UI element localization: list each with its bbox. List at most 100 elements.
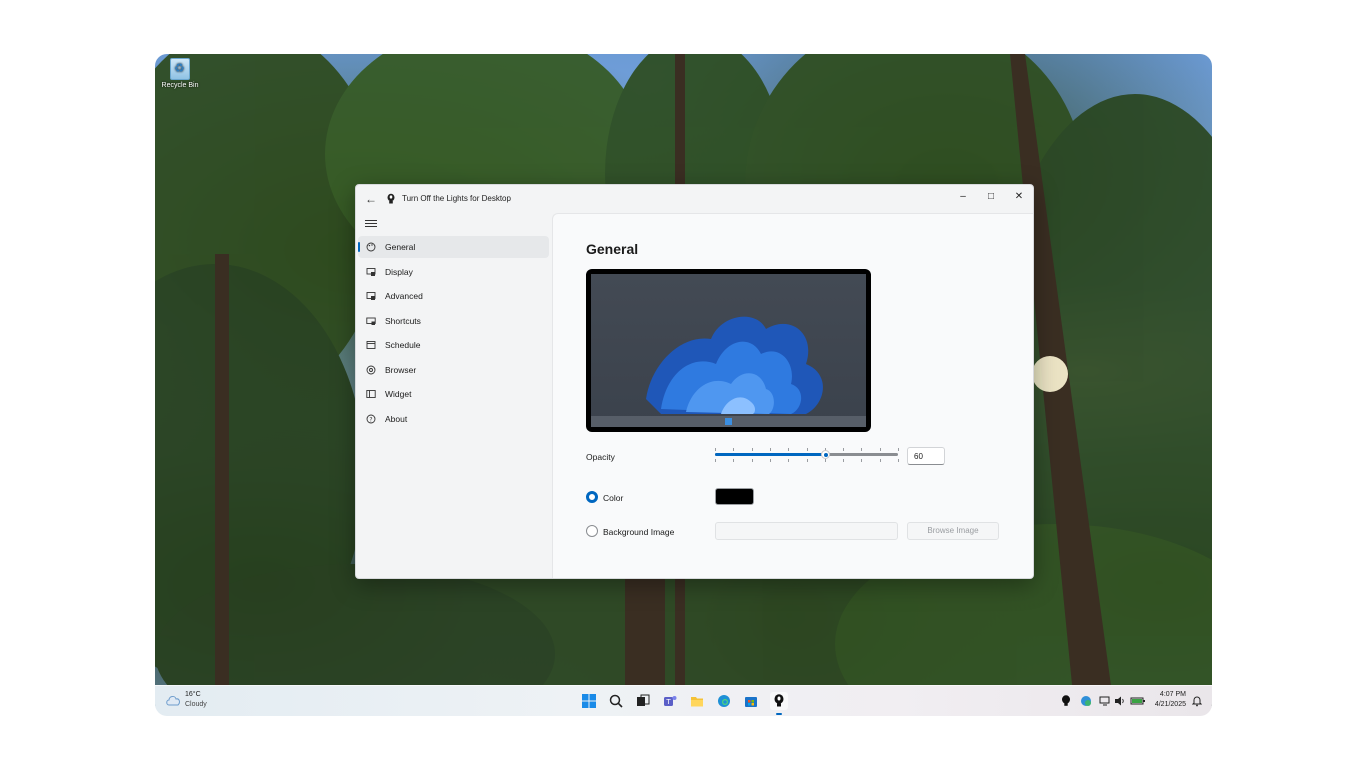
- recycle-bin[interactable]: Recycle Bin: [160, 58, 200, 89]
- opacity-number-input[interactable]: 60: [907, 447, 945, 465]
- slider-tick: [788, 448, 789, 451]
- background-image-label: Background Image: [603, 527, 675, 537]
- svg-text:T: T: [665, 698, 671, 706]
- opacity-slider-thumb[interactable]: [821, 450, 830, 459]
- slider-tick: [898, 459, 899, 462]
- preview-taskbar: [591, 416, 866, 427]
- nav-item-browser[interactable]: Browser: [358, 359, 549, 381]
- svg-text:?: ?: [369, 416, 372, 423]
- nav-label: General: [385, 242, 416, 252]
- title-bar[interactable]: ← Turn Off the Lights for Desktop – □ ✕: [356, 185, 1033, 213]
- color-label: Color: [603, 493, 624, 503]
- slider-tick: [733, 459, 734, 462]
- battery-icon[interactable]: [1130, 695, 1146, 707]
- maximize-button[interactable]: □: [977, 188, 1005, 206]
- slider-tick: [807, 448, 808, 451]
- preview-screen: [591, 274, 866, 427]
- background-image-path-input[interactable]: [715, 522, 898, 540]
- nav-item-shortcuts[interactable]: Shortcuts: [358, 310, 549, 332]
- slider-tick: [861, 448, 862, 451]
- app-window: ← Turn Off the Lights for Desktop – □ ✕ …: [355, 184, 1034, 579]
- clock-time[interactable]: 4:07 PM: [1160, 691, 1186, 698]
- preview-monitor: [586, 269, 871, 432]
- start-icon[interactable]: [581, 693, 597, 709]
- opacity-slider[interactable]: [715, 450, 898, 459]
- nav-label: Shortcuts: [385, 315, 421, 326]
- slider-tick: [880, 448, 881, 451]
- slider-tick: [733, 448, 734, 451]
- cloud-icon[interactable]: [165, 694, 181, 706]
- turn-off-the-lights-icon[interactable]: [770, 692, 788, 710]
- teams-icon[interactable]: T: [662, 693, 678, 709]
- volume-icon[interactable]: [1114, 695, 1126, 707]
- active-app-indicator: [776, 713, 782, 715]
- display-icon: [366, 267, 376, 277]
- weather-temperature[interactable]: 16°C: [185, 691, 201, 698]
- clock-date[interactable]: 4/21/2025: [1155, 701, 1186, 708]
- task-view-icon[interactable]: [635, 693, 651, 709]
- close-button[interactable]: ✕: [1005, 188, 1033, 206]
- background-image-radio[interactable]: [586, 525, 598, 537]
- nav-item-schedule[interactable]: Schedule: [358, 334, 549, 356]
- nav-item-about[interactable]: ? About: [358, 408, 549, 430]
- slider-tick: [843, 459, 844, 462]
- network-icon[interactable]: [1099, 695, 1111, 707]
- browse-image-button[interactable]: Browse Image: [907, 522, 999, 540]
- file-explorer-icon[interactable]: [689, 693, 705, 709]
- bloom-wallpaper-preview: [646, 316, 823, 414]
- search-icon[interactable]: [608, 693, 624, 709]
- nav-item-widget[interactable]: Widget: [358, 383, 549, 405]
- nav-item-display[interactable]: Display: [358, 261, 549, 283]
- nav-label: Browser: [385, 364, 417, 375]
- nav-label: Schedule: [385, 340, 421, 350]
- nav-item-general[interactable]: General: [358, 236, 549, 258]
- slider-tick: [752, 448, 753, 451]
- slider-tick: [898, 448, 899, 451]
- taskbar: 16°C Cloudy T 4:07 PM 4/21/2025: [155, 685, 1212, 716]
- back-arrow-icon[interactable]: ←: [364, 192, 378, 206]
- recycle-bin-icon: [170, 58, 190, 80]
- advanced-icon: [366, 291, 376, 301]
- nav-label: Widget: [385, 389, 412, 399]
- slider-tick: [843, 448, 844, 451]
- recycle-bin-label: Recycle Bin: [161, 82, 199, 89]
- slider-tick: [715, 448, 716, 451]
- slider-tick: [715, 459, 716, 462]
- calendar-icon: [366, 340, 376, 350]
- slider-tick: [807, 459, 808, 462]
- widget-icon: [366, 389, 376, 399]
- slider-tick: [752, 459, 753, 462]
- browser-icon: [366, 365, 376, 375]
- slider-tick: [880, 459, 881, 462]
- opacity-slider-fill: [715, 453, 825, 456]
- preview-start-icon: [725, 418, 732, 425]
- store-icon[interactable]: [743, 693, 759, 709]
- nav-label: Advanced: [385, 291, 423, 301]
- keyboard-icon: [366, 316, 376, 326]
- weather-condition[interactable]: Cloudy: [185, 701, 207, 708]
- page-title: General: [586, 241, 639, 257]
- settings-content: General Opacity 60 Color Background Imag…: [552, 213, 1033, 578]
- color-swatch[interactable]: [715, 488, 754, 505]
- hamburger-menu-icon[interactable]: [365, 218, 377, 228]
- opacity-label: Opacity: [586, 452, 615, 462]
- slider-tick: [770, 448, 771, 451]
- help-icon: ?: [366, 414, 376, 424]
- defender-tray-icon[interactable]: [1080, 695, 1092, 707]
- nav-item-advanced[interactable]: Advanced: [358, 285, 549, 307]
- notification-bell-icon[interactable]: [1191, 695, 1203, 707]
- nav-label: About: [385, 413, 408, 424]
- slider-tick: [788, 459, 789, 462]
- lamp-app-icon: [387, 193, 395, 204]
- nav-label: Display: [385, 266, 413, 277]
- lamp-tray-icon[interactable]: [1060, 695, 1072, 707]
- sidebar-nav: General Display Advanced Shortcuts Sched…: [358, 236, 549, 432]
- slider-tick: [861, 459, 862, 462]
- palette-icon: [366, 242, 376, 252]
- window-title: Turn Off the Lights for Desktop: [402, 194, 511, 203]
- edge-icon[interactable]: [716, 693, 732, 709]
- color-radio[interactable]: [586, 491, 598, 503]
- slider-tick: [770, 459, 771, 462]
- minimize-button[interactable]: –: [949, 188, 977, 206]
- slider-tick: [825, 459, 826, 462]
